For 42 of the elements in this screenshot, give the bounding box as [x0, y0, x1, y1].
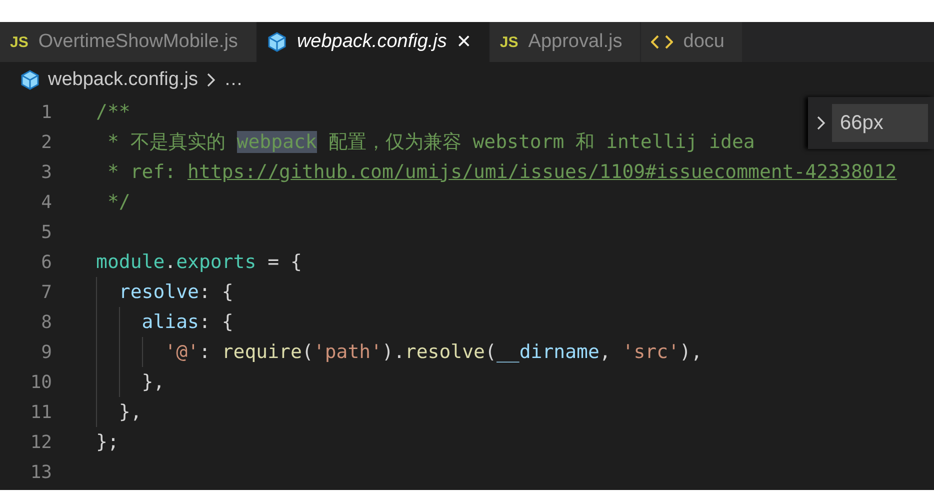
code-line: alias: {	[140, 311, 234, 333]
breadcrumb-item[interactable]: webpack.config.js	[48, 68, 198, 90]
line-number: 12	[29, 432, 52, 452]
editor-tab[interactable]: JS Approval.js	[490, 22, 642, 62]
code-line: };	[96, 431, 119, 453]
code-line: resolve: {	[118, 281, 234, 303]
line-number: 9	[40, 342, 52, 362]
breadcrumb-item[interactable]: …	[224, 68, 243, 90]
code-line: module.exports = {	[96, 251, 302, 273]
line-number: 4	[40, 192, 52, 212]
close-icon[interactable]: ×	[456, 30, 471, 54]
code-line: '@': require('path').resolve(__dirname, 'src'),	[164, 341, 702, 363]
chevron-right-icon	[206, 72, 216, 88]
code-line: * ref: https://github.com/umijs/umi/issues/1109#issuecomment-42338012	[106, 161, 897, 183]
code-brackets-icon	[651, 34, 674, 50]
js-label: JS	[500, 34, 518, 50]
tab-label: Approval.js	[528, 31, 622, 53]
find-input[interactable]: 66px	[832, 104, 928, 142]
js-label: JS	[10, 34, 28, 50]
tab-label: webpack.config.js	[296, 31, 447, 53]
editor-tab[interactable]: JS OvertimeShowMobile.js	[0, 22, 257, 62]
line-number: 13	[29, 462, 52, 482]
line-number: 7	[40, 282, 52, 302]
cube-icon	[266, 32, 287, 52]
line-number: 3	[40, 162, 52, 182]
line-number: 6	[40, 252, 52, 272]
cube-icon	[20, 70, 40, 90]
code-line: },	[140, 371, 165, 393]
code-line: */	[106, 191, 130, 213]
line-number: 1	[40, 102, 52, 122]
line-number: 5	[40, 222, 52, 242]
editor-tab[interactable]: webpack.config.js ×	[256, 22, 490, 62]
line-number: 11	[29, 402, 52, 422]
tab-label: docu	[683, 31, 724, 53]
line-number: 10	[29, 372, 52, 392]
chevron-right-icon	[816, 115, 826, 131]
code-line: },	[118, 401, 142, 423]
code-line: /**	[96, 101, 130, 123]
line-number: 8	[40, 312, 52, 332]
tab-label: OvertimeShowMobile.js	[38, 31, 238, 53]
editor-tab[interactable]: docu	[641, 22, 744, 62]
line-number: 2	[40, 132, 52, 152]
